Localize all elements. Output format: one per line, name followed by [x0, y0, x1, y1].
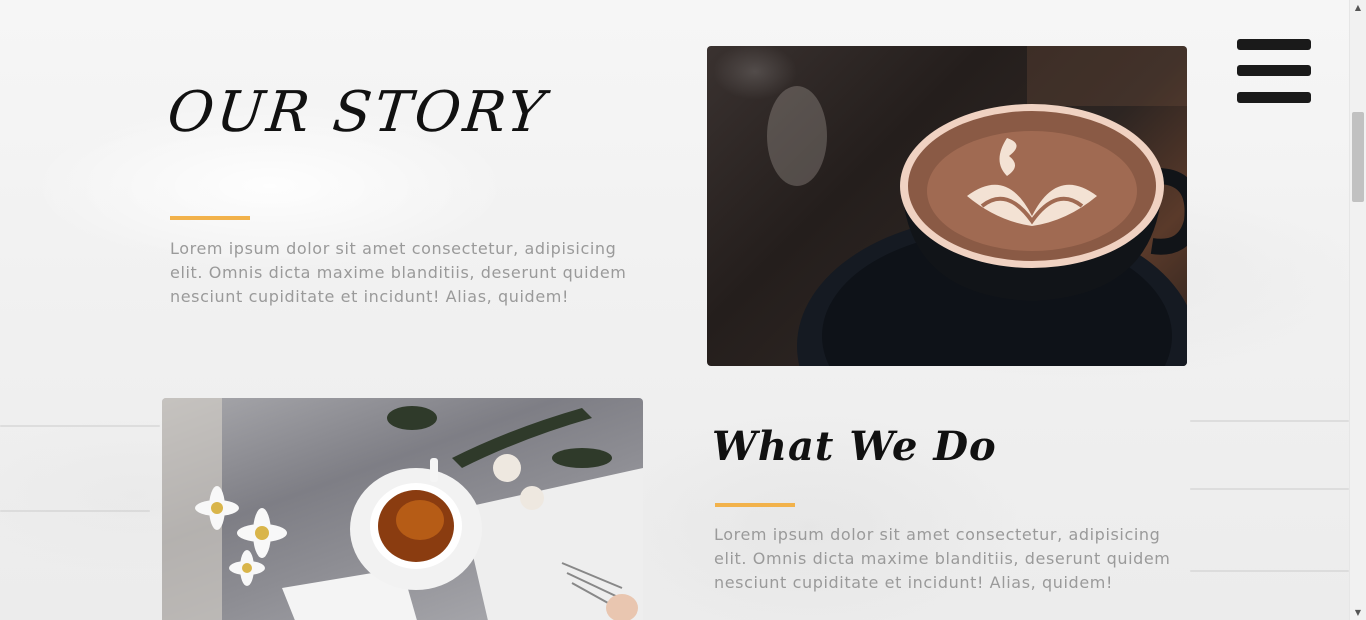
hamburger-bar: [1237, 39, 1311, 50]
hamburger-menu-icon[interactable]: [1237, 39, 1311, 105]
hamburger-bar: [1237, 65, 1311, 76]
hamburger-bar: [1237, 92, 1311, 103]
what-we-do-text: Lorem ipsum dolor sit amet consectetur, …: [714, 525, 1171, 592]
our-story-text: Lorem ipsum dolor sit amet consectetur, …: [170, 239, 627, 306]
our-story-title: OUR STORY: [164, 80, 551, 145]
tea-cup-flowers-image: [162, 398, 643, 620]
our-story-accent-line: [170, 216, 250, 220]
page-scrollbar[interactable]: ▲ ▼: [1349, 0, 1366, 620]
scroll-down-arrow-icon[interactable]: ▼: [1350, 606, 1366, 620]
what-we-do-accent-line: [715, 503, 795, 507]
what-we-do-title: What We Do: [712, 423, 997, 470]
latte-art-cup-image: [707, 46, 1187, 366]
scroll-thumb[interactable]: [1352, 112, 1364, 202]
scroll-up-arrow-icon[interactable]: ▲: [1350, 1, 1366, 15]
